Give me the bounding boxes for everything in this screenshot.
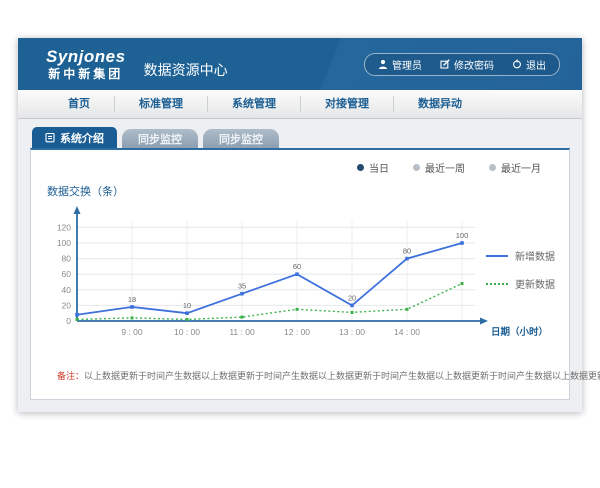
svg-text:10: 10 bbox=[183, 301, 191, 310]
svg-text:80: 80 bbox=[403, 247, 411, 256]
legend-item-1: 新增数据 bbox=[486, 248, 555, 263]
radio-selected-icon bbox=[357, 164, 364, 171]
svg-text:0: 0 bbox=[66, 316, 71, 326]
svg-text:60: 60 bbox=[62, 269, 72, 279]
range-option-label: 当日 bbox=[369, 160, 389, 175]
note-text: 以上数据更新于时间产生数据以上数据更新于时间产生数据以上数据更新于时间产生数据以… bbox=[84, 371, 600, 381]
power-icon bbox=[512, 59, 522, 69]
line-chart: 0 20 40 60 80 100 120 9 : 00 10 : 00 11 : 00 12 : … bbox=[45, 201, 545, 343]
content-area: 系统介绍 同步监控 同步监控 当日 最近一周 最近一月 数据交换（条） 0 20 40 60 8… bbox=[18, 119, 582, 412]
legend-swatch bbox=[486, 283, 508, 285]
nav-item-3[interactable]: 系统管理 bbox=[207, 96, 300, 112]
edit-icon bbox=[440, 59, 450, 69]
logout-button[interactable]: 退出 bbox=[503, 57, 555, 72]
page-title: 数据资源中心 bbox=[144, 48, 228, 80]
svg-text:35: 35 bbox=[238, 282, 246, 291]
range-option-3[interactable]: 最近一月 bbox=[489, 160, 541, 175]
legend-item-2: 更新数据 bbox=[486, 276, 555, 291]
svg-text:9 : 00: 9 : 00 bbox=[121, 327, 143, 337]
svg-text:40: 40 bbox=[62, 285, 72, 295]
svg-text:12 : 00: 12 : 00 bbox=[284, 327, 310, 337]
range-option-1[interactable]: 当日 bbox=[357, 160, 389, 175]
legend-label: 新增数据 bbox=[515, 248, 555, 263]
tab-bar: 系统介绍 同步监控 同步监控 bbox=[30, 127, 570, 148]
document-icon bbox=[45, 132, 55, 143]
range-option-label: 最近一周 bbox=[425, 160, 465, 175]
svg-text:100: 100 bbox=[57, 238, 71, 248]
logo-text-cn: 新中新集团 bbox=[46, 68, 126, 80]
svg-text:10 : 00: 10 : 00 bbox=[174, 327, 200, 337]
app-window: Synjones 新中新集团 数据资源中心 管理员 修改密码 退出 bbox=[18, 38, 582, 412]
tab-label: 系统介绍 bbox=[60, 130, 104, 146]
tab-label: 同步监控 bbox=[219, 131, 263, 147]
main-nav: 首页标准管理系统管理对接管理数据异动 bbox=[18, 90, 582, 119]
legend-swatch bbox=[486, 255, 508, 257]
logout-label: 退出 bbox=[526, 57, 546, 72]
nav-item-4[interactable]: 对接管理 bbox=[300, 96, 393, 112]
tab-2[interactable]: 同步监控 bbox=[122, 129, 198, 148]
svg-text:11 : 00: 11 : 00 bbox=[229, 327, 255, 337]
svg-text:60: 60 bbox=[293, 262, 301, 271]
legend-label: 更新数据 bbox=[515, 276, 555, 291]
svg-text:18: 18 bbox=[128, 295, 136, 304]
svg-text:日期（小时）: 日期（小时） bbox=[491, 326, 545, 338]
svg-text:80: 80 bbox=[62, 254, 72, 264]
tab-label: 同步监控 bbox=[138, 131, 182, 147]
user-name: 管理员 bbox=[392, 57, 422, 72]
company-logo: Synjones 新中新集团 bbox=[46, 48, 126, 80]
y-axis-title: 数据交换（条） bbox=[47, 183, 555, 199]
date-range-options: 当日 最近一周 最近一月 bbox=[45, 160, 555, 175]
user-icon bbox=[378, 59, 388, 69]
svg-text:20: 20 bbox=[348, 293, 356, 302]
nav-item-2[interactable]: 标准管理 bbox=[114, 96, 207, 112]
chart-legend: 新增数据更新数据 bbox=[486, 248, 555, 291]
logo-text-en: Synjones bbox=[46, 48, 126, 65]
svg-text:20: 20 bbox=[62, 300, 72, 310]
svg-text:100: 100 bbox=[456, 231, 469, 240]
tab-1[interactable]: 系统介绍 bbox=[32, 127, 117, 148]
nav-item-1[interactable]: 首页 bbox=[44, 96, 114, 112]
svg-text:13 : 00: 13 : 00 bbox=[339, 327, 365, 337]
range-option-2[interactable]: 最近一周 bbox=[413, 160, 465, 175]
range-option-label: 最近一月 bbox=[501, 160, 541, 175]
svg-text:120: 120 bbox=[57, 222, 71, 232]
radio-icon bbox=[489, 164, 496, 171]
svg-text:14 : 00: 14 : 00 bbox=[394, 327, 420, 337]
change-password-label: 修改密码 bbox=[454, 57, 494, 72]
nav-item-5[interactable]: 数据异动 bbox=[393, 96, 486, 112]
header: Synjones 新中新集团 数据资源中心 管理员 修改密码 退出 bbox=[18, 38, 582, 90]
change-password-button[interactable]: 修改密码 bbox=[431, 57, 503, 72]
note-prefix: 备注： bbox=[57, 371, 84, 381]
tab-3[interactable]: 同步监控 bbox=[203, 129, 279, 148]
content-panel: 当日 最近一周 最近一月 数据交换（条） 0 20 40 60 80 100 120 9 : 00… bbox=[30, 148, 570, 400]
user-toolbar: 管理员 修改密码 退出 bbox=[364, 53, 560, 76]
radio-icon bbox=[413, 164, 420, 171]
user-menu[interactable]: 管理员 bbox=[369, 57, 431, 72]
footer-note: 备注：以上数据更新于时间产生数据以上数据更新于时间产生数据以上数据更新于时间产生… bbox=[57, 369, 555, 382]
